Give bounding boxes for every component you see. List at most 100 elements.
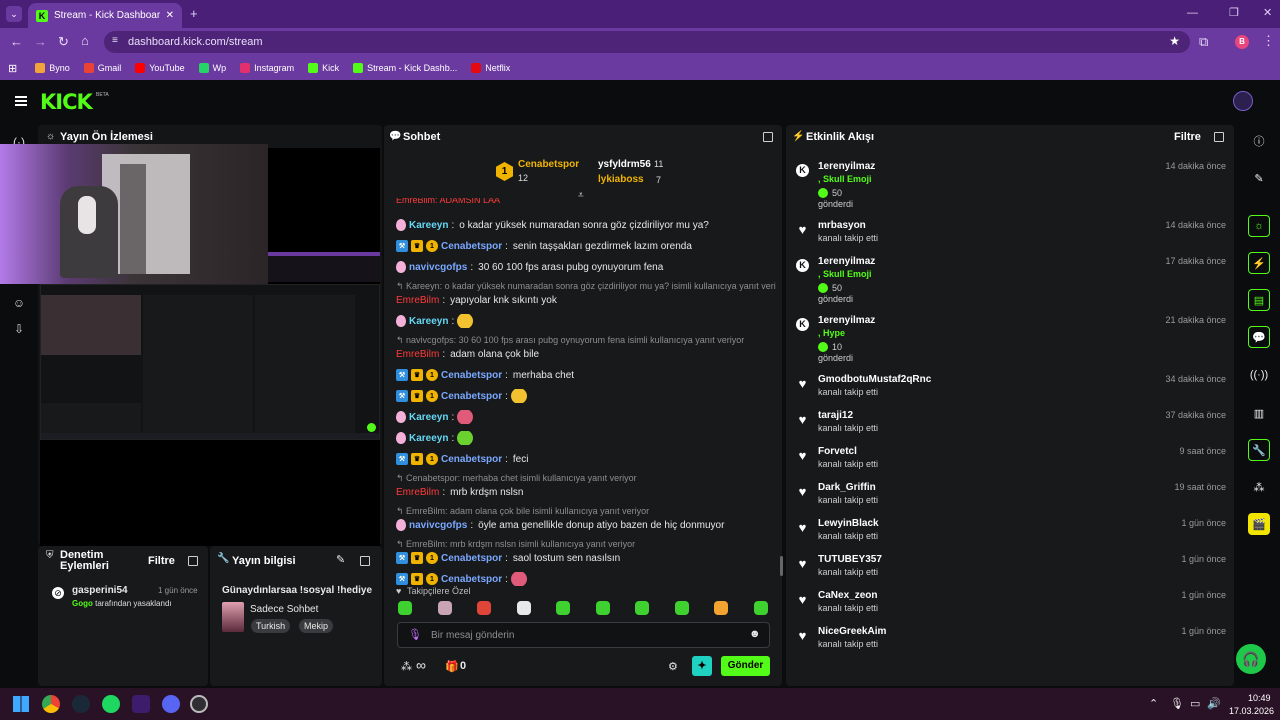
- spotify-taskbar-icon[interactable]: [102, 695, 120, 713]
- activity-username[interactable]: mrbasyon: [818, 220, 866, 231]
- activity-username[interactable]: CaNex_zeon: [818, 590, 877, 601]
- chat-username[interactable]: navivcgofps: [409, 520, 467, 531]
- tools-toggle-icon[interactable]: 🔧: [1248, 439, 1270, 461]
- stream-info-popout-icon[interactable]: [360, 556, 370, 566]
- chat-input-box[interactable]: 🎙 Bir mesaj gönderin ☻: [397, 622, 770, 648]
- chat-username[interactable]: Cenabetspor: [441, 553, 502, 564]
- chat-username[interactable]: EmreBilm: [396, 487, 439, 498]
- chat-emote-icon[interactable]: [457, 431, 474, 445]
- activity-username[interactable]: TUTUBEY357: [818, 554, 882, 565]
- chat-message[interactable]: Kareeyn: o kadar yüksek numaradan sonra g…: [396, 218, 776, 232]
- profile-avatar[interactable]: B: [1235, 35, 1249, 49]
- microphone-icon[interactable]: 🎙: [408, 628, 422, 641]
- kick-logo[interactable]: KICK: [40, 90, 93, 114]
- chat-username[interactable]: Cenabetspor: [441, 454, 502, 465]
- bookmark-item[interactable]: Wp: [198, 63, 226, 73]
- info-icon[interactable]: ⓘ: [1248, 130, 1270, 152]
- activity-username[interactable]: 1erenyilmaz: [818, 161, 875, 172]
- chat-emote-icon[interactable]: [510, 389, 527, 403]
- bookmark-item[interactable]: Stream - Kick Dashb...: [353, 63, 457, 73]
- preview-toggle-icon[interactable]: ☼: [1248, 215, 1270, 237]
- chat-message[interactable]: navivcgofps: öyle ama genellikle donup at…: [396, 518, 776, 532]
- chat-username[interactable]: Cenabetspor: [441, 241, 502, 252]
- activity-popout-icon[interactable]: [1214, 132, 1224, 142]
- emote-option-icon[interactable]: [477, 601, 491, 615]
- bookmark-item[interactable]: Gmail: [83, 63, 121, 73]
- emote-option-icon[interactable]: [437, 601, 452, 615]
- site-info-icon[interactable]: ≡: [112, 35, 118, 46]
- chat-username[interactable]: EmreBilm: [396, 295, 439, 306]
- kick-emote-button[interactable]: ✦: [692, 656, 712, 676]
- chat-message[interactable]: ⚒ ♛ 1 Cenabetspor:: [396, 572, 776, 586]
- bookmark-item[interactable]: Instagram: [240, 63, 294, 73]
- leaderboard-name[interactable]: lykiaboss: [598, 174, 644, 185]
- bookmark-item[interactable]: YouTube: [135, 63, 185, 73]
- taskbar-time[interactable]: 10:49: [1248, 693, 1271, 703]
- tag-chip[interactable]: Mekip: [299, 619, 334, 633]
- emote-option-icon[interactable]: [714, 601, 728, 615]
- upload-icon[interactable]: ⇩: [12, 322, 26, 336]
- tray-chevron-icon[interactable]: ⌃: [1149, 697, 1158, 710]
- activity-username[interactable]: taraji12: [818, 410, 853, 421]
- emote-option-icon[interactable]: [753, 601, 768, 615]
- chat-username[interactable]: Cenabetspor: [441, 370, 502, 381]
- leaderboard-name[interactable]: ysfyldrm56: [598, 159, 651, 170]
- emote-option-icon[interactable]: [556, 601, 570, 615]
- emote-option-icon[interactable]: [398, 601, 412, 615]
- tag-chip[interactable]: Turkish: [251, 619, 291, 633]
- activity-username[interactable]: Dark_Griffin: [818, 482, 876, 493]
- activity-toggle-icon[interactable]: ⚡: [1248, 252, 1270, 274]
- layout-icon[interactable]: ▥: [1248, 402, 1270, 424]
- forward-icon[interactable]: →: [34, 34, 47, 49]
- chat-message[interactable]: ⚒ ♛ 1 Cenabetspor: saol tostum sen nasılsın: [396, 551, 776, 565]
- leaderboard-name[interactable]: Cenabetspor: [518, 159, 579, 170]
- home-icon[interactable]: ⌂: [81, 33, 89, 48]
- activity-username[interactable]: 1erenyilmaz: [818, 315, 875, 326]
- activity-username[interactable]: LewyinBlack: [818, 518, 879, 529]
- channel-points-icon[interactable]: ⁂: [401, 660, 412, 673]
- bookmark-item[interactable]: Byno: [35, 63, 70, 73]
- category-name[interactable]: Sadece Sohbet: [250, 604, 318, 615]
- moderation-filter-button[interactable]: Filtre: [148, 555, 175, 567]
- apps-grid-icon[interactable]: ⊞: [8, 62, 17, 75]
- emote-option-icon[interactable]: [635, 601, 649, 615]
- moderation-popout-icon[interactable]: [188, 556, 198, 566]
- category-thumbnail[interactable]: [222, 602, 244, 632]
- windows-start-icon[interactable]: [13, 696, 29, 712]
- hamburger-menu-icon[interactable]: [15, 96, 27, 106]
- chat-message[interactable]: navivcgofps:30 60 100 fps arası pubg oyn…: [396, 260, 776, 274]
- chat-emote-icon[interactable]: [510, 572, 527, 586]
- chat-username[interactable]: Cenabetspor: [441, 574, 502, 585]
- activity-username[interactable]: Forvetcl: [818, 446, 857, 457]
- clips-icon[interactable]: 🎬: [1248, 513, 1270, 535]
- chat-username[interactable]: Kareeyn: [409, 433, 448, 444]
- chat-message[interactable]: ⚒ ♛ 1 Cenabetspor:: [396, 389, 776, 403]
- bookmark-item[interactable]: Netflix: [471, 63, 510, 73]
- back-icon[interactable]: ←: [10, 34, 23, 49]
- microphone-tray-icon[interactable]: 🎙: [1170, 697, 1184, 710]
- chat-username[interactable]: Kareeyn: [409, 412, 448, 423]
- tab-close-icon[interactable]: ✕: [166, 10, 174, 21]
- chat-emote-icon[interactable]: [457, 410, 474, 424]
- bookmark-star-icon[interactable]: ★: [1169, 34, 1180, 48]
- moderation-actor[interactable]: Gogo: [72, 599, 93, 608]
- emote-option-icon[interactable]: [516, 601, 531, 615]
- chat-message[interactable]: Kareeyn:: [396, 410, 776, 424]
- bookmark-item[interactable]: Kick: [308, 63, 339, 73]
- restore-button[interactable]: ❐: [1229, 6, 1239, 19]
- tab-list-button[interactable]: ⌄: [6, 6, 22, 22]
- user-avatar[interactable]: [1233, 91, 1253, 111]
- window-close-button[interactable]: ✕: [1263, 6, 1272, 19]
- channel-points-side-icon[interactable]: ⁂: [1248, 476, 1270, 498]
- chat-username[interactable]: Kareeyn: [409, 220, 448, 231]
- chat-message[interactable]: Kareeyn:: [396, 314, 776, 328]
- network-tray-icon[interactable]: ▭: [1190, 697, 1200, 710]
- broadcast-icon[interactable]: ((·)): [1248, 364, 1270, 386]
- user-manage-icon[interactable]: ☺: [12, 296, 26, 310]
- chat-message[interactable]: EmreBilm: yapıyolar knk sıkıntı yok: [396, 293, 776, 307]
- emoji-icon[interactable]: ☻: [749, 628, 761, 640]
- url-field[interactable]: ≡ dashboard.kick.com/stream ★: [104, 31, 1190, 53]
- discord-taskbar-icon[interactable]: [162, 695, 180, 713]
- chat-username[interactable]: Kareeyn: [409, 316, 448, 327]
- activity-username[interactable]: GmodbotuMustaf2qRnc: [818, 374, 931, 385]
